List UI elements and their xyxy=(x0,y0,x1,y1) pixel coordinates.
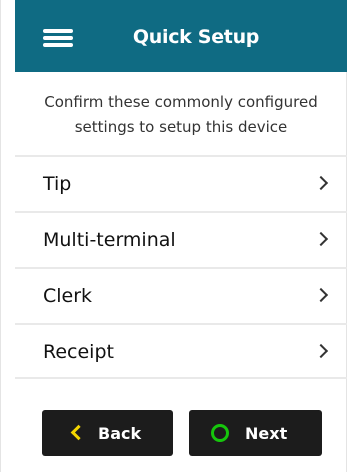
back-button[interactable]: Back xyxy=(42,410,173,456)
intro-line-2: settings to setup this device xyxy=(74,118,288,136)
chevron-right-icon xyxy=(313,231,329,247)
list-item-multi-terminal[interactable]: Multi-terminal xyxy=(15,211,347,267)
footer-actions: Back Next xyxy=(15,400,347,470)
list-item-label: Receipt xyxy=(43,341,114,363)
intro-text: Confirm these commonly configured settin… xyxy=(15,90,347,140)
intro-line-1: Confirm these commonly configured xyxy=(44,93,318,111)
header-bar: Quick Setup xyxy=(15,0,347,72)
page-title: Quick Setup xyxy=(132,26,260,48)
back-button-label: Back xyxy=(98,424,142,443)
quick-setup-screen: Quick Setup Confirm these commonly confi… xyxy=(0,0,347,472)
list-item-label: Multi-terminal xyxy=(43,229,176,251)
next-button-label: Next xyxy=(245,424,288,443)
list-item-tip[interactable]: Tip xyxy=(15,155,347,211)
circle-icon xyxy=(211,424,229,442)
settings-list: Tip Multi-terminal Clerk Receipt xyxy=(15,155,347,379)
chevron-left-icon xyxy=(70,424,87,441)
chevron-right-icon xyxy=(313,175,329,191)
list-item-clerk[interactable]: Clerk xyxy=(15,267,347,323)
chevron-right-icon xyxy=(313,287,329,303)
list-item-label: Tip xyxy=(43,173,72,195)
list-item-label: Clerk xyxy=(43,285,93,307)
chevron-right-icon xyxy=(313,343,329,359)
list-item-receipt[interactable]: Receipt xyxy=(15,323,347,379)
next-button[interactable]: Next xyxy=(189,410,322,456)
